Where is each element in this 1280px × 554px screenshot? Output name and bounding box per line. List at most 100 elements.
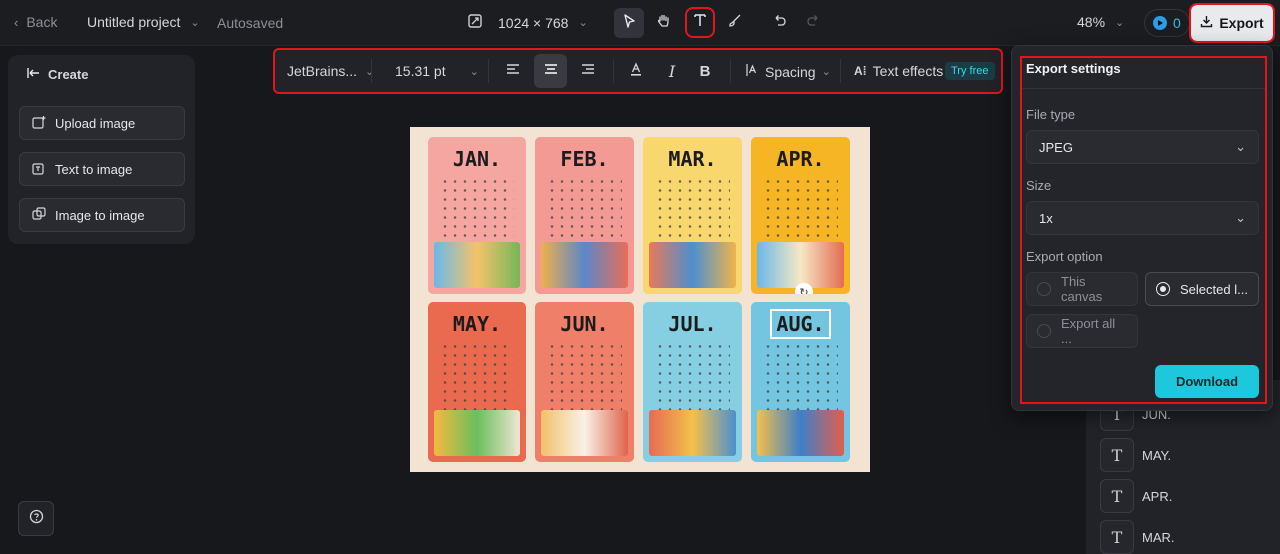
- align-left-icon: [506, 62, 520, 80]
- size-select[interactable]: 1x ⌄: [1026, 201, 1259, 235]
- divider: [1022, 88, 1265, 89]
- layer-item[interactable]: T MAY.: [1100, 438, 1171, 472]
- back-button[interactable]: ‹ Back: [14, 14, 57, 30]
- canvas-size-button[interactable]: 1024 × 768 ⌄: [468, 14, 588, 31]
- back-label: Back: [26, 14, 58, 30]
- month-label: JUL.: [668, 312, 717, 336]
- option-export-all[interactable]: Export all ...: [1026, 314, 1138, 348]
- help-button[interactable]: [18, 501, 54, 536]
- divider: [840, 59, 841, 83]
- canvas-artboard[interactable]: JAN. FEB. MAR. APR. ↻ MAY. JUN. JUL. AUG…: [410, 127, 870, 472]
- redo-button[interactable]: [798, 8, 828, 38]
- rotate-handle-icon[interactable]: ↻: [795, 283, 813, 294]
- chevron-down-icon: ⌄: [469, 65, 479, 78]
- font-size-value: 15.31 pt: [395, 63, 446, 79]
- align-right-button[interactable]: [573, 56, 603, 86]
- spacing-label: Spacing: [765, 63, 816, 80]
- chevron-down-icon: ⌄: [578, 17, 588, 29]
- upload-image-button[interactable]: Upload image: [19, 106, 185, 140]
- text-tool-button[interactable]: [685, 7, 715, 38]
- illustration: [434, 242, 520, 288]
- month-card-apr[interactable]: APR. ↻: [751, 137, 850, 294]
- spacing-dropdown[interactable]: Spacing ⌄: [745, 63, 831, 80]
- option-selected-layers[interactable]: Selected l...: [1145, 272, 1259, 306]
- spacing-icon: [745, 63, 759, 80]
- radio-checked-icon: [1156, 282, 1170, 296]
- text-to-image-button[interactable]: Text to image: [19, 152, 185, 186]
- chevron-down-icon: ⌄: [190, 16, 200, 29]
- layer-item[interactable]: T APR.: [1100, 479, 1172, 513]
- illustration: [541, 410, 628, 456]
- option-label: This canvas: [1061, 274, 1103, 304]
- save-status: Autosaved: [217, 15, 284, 31]
- upload-image-label: Upload image: [55, 115, 136, 131]
- divider: [730, 59, 731, 83]
- project-title: Untitled project: [87, 14, 181, 30]
- align-left-button[interactable]: [498, 56, 528, 86]
- image-to-image-icon: [32, 206, 46, 224]
- credits-button[interactable]: 0: [1144, 9, 1190, 37]
- chevron-down-icon: ⌄: [1115, 16, 1125, 29]
- zoom-dropdown[interactable]: 48% ⌄: [1077, 14, 1124, 30]
- font-size-dropdown[interactable]: 15.31 pt ⌄: [395, 63, 479, 79]
- month-card-aug[interactable]: AUG.: [751, 302, 850, 462]
- export-button[interactable]: Export: [1189, 3, 1275, 43]
- calendar-grid: [440, 177, 514, 247]
- text-color-button[interactable]: [621, 56, 651, 86]
- project-title-dropdown[interactable]: Untitled project ⌄: [87, 14, 200, 30]
- hand-tool-button[interactable]: [648, 8, 678, 38]
- font-family-value: JetBrains...: [287, 63, 358, 79]
- text-effects-button[interactable]: A⁞ Text effects: [854, 63, 943, 79]
- italic-icon: I: [668, 61, 676, 81]
- month-label: FEB.: [560, 147, 609, 171]
- zoom-level: 48%: [1077, 14, 1106, 30]
- canvas-size: 1024 × 768: [498, 14, 569, 31]
- month-card-may[interactable]: MAY.: [428, 302, 526, 462]
- chevron-down-icon: ⌄: [1235, 139, 1246, 154]
- text-formatting-toolbar: JetBrains... ⌄ 15.31 pt ⌄ I B Spacing ⌄ …: [273, 48, 1003, 94]
- download-button[interactable]: Download: [1155, 365, 1259, 398]
- layer-label: MAR.: [1142, 529, 1175, 545]
- top-bar: ‹ Back Untitled project ⌄ Autosaved 1024…: [0, 0, 1280, 46]
- redo-icon: [806, 13, 821, 33]
- undo-button[interactable]: [764, 8, 794, 38]
- bold-button[interactable]: B: [690, 56, 720, 86]
- file-type-value: JPEG: [1039, 139, 1073, 155]
- credits-count: 0: [1173, 15, 1181, 31]
- text-effects-icon: A⁞: [854, 64, 867, 78]
- italic-button[interactable]: I: [657, 56, 687, 86]
- calendar-grid: [763, 177, 838, 247]
- illustration: [649, 242, 736, 288]
- illustration: [649, 410, 736, 456]
- file-type-select[interactable]: JPEG ⌄: [1026, 130, 1259, 164]
- chevron-left-icon: ‹: [14, 14, 19, 30]
- export-settings-panel: Export settings File type JPEG ⌄ Size 1x…: [1011, 45, 1273, 411]
- upload-image-icon: [32, 115, 46, 132]
- play-coin-icon: [1153, 16, 1167, 30]
- create-header[interactable]: Create: [26, 67, 88, 82]
- help-icon: [29, 509, 44, 529]
- image-to-image-button[interactable]: Image to image: [19, 198, 185, 232]
- text-effects-label: Text effects: [872, 63, 944, 79]
- chevron-down-icon: ⌄: [821, 66, 831, 78]
- select-tool-button[interactable]: [614, 8, 644, 38]
- illustration: [757, 410, 844, 456]
- bold-icon: B: [699, 62, 711, 80]
- cursor-icon: [622, 13, 636, 33]
- text-to-image-label: Text to image: [55, 161, 133, 177]
- brush-tool-button[interactable]: [720, 8, 750, 38]
- layer-item[interactable]: T MAR.: [1100, 520, 1175, 554]
- size-value: 1x: [1039, 210, 1053, 226]
- text-to-image-icon: [32, 161, 46, 178]
- hand-icon: [656, 13, 671, 33]
- month-card-feb[interactable]: FEB.: [535, 137, 634, 294]
- font-family-dropdown[interactable]: JetBrains... ⌄: [287, 63, 374, 79]
- align-center-button[interactable]: [534, 54, 567, 88]
- month-card-jul[interactable]: JUL.: [643, 302, 742, 462]
- month-card-mar[interactable]: MAR.: [643, 137, 742, 294]
- text-layer-icon: T: [1100, 520, 1134, 554]
- option-this-canvas[interactable]: This canvas: [1026, 272, 1138, 306]
- arrow-left-icon: [26, 67, 40, 82]
- month-card-jun[interactable]: JUN.: [535, 302, 634, 462]
- month-card-jan[interactable]: JAN.: [428, 137, 526, 294]
